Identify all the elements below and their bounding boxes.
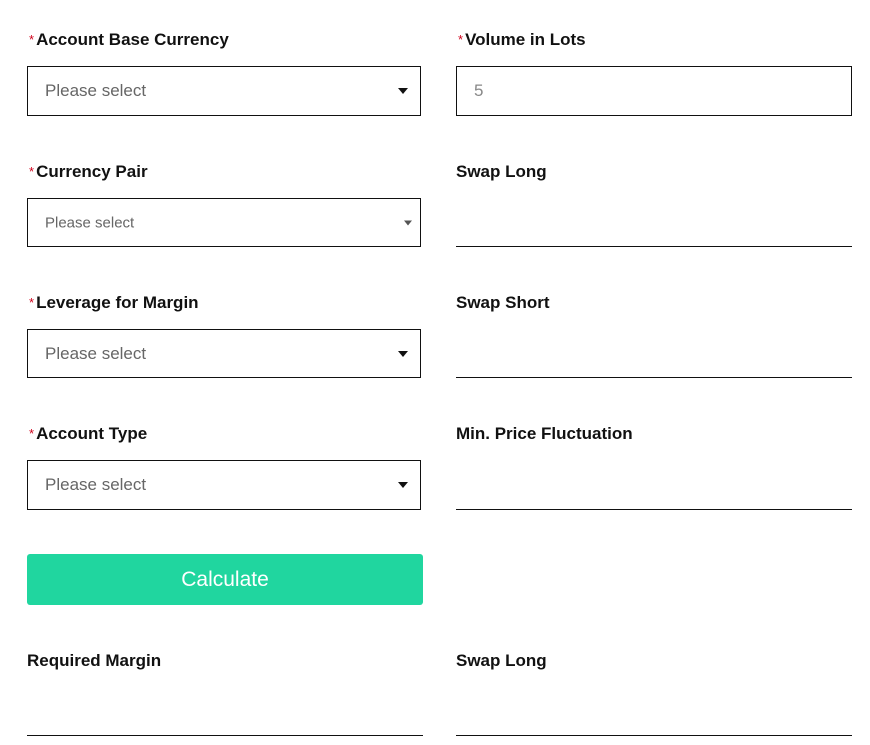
caret-down-icon <box>398 350 408 357</box>
volume-label: * Volume in Lots <box>458 30 586 50</box>
label-text: Currency Pair <box>36 162 148 181</box>
required-mark: * <box>458 32 464 47</box>
caret-down-icon <box>398 482 408 488</box>
account-base-currency-label: * Account Base Currency <box>29 30 229 50</box>
swap-short-label: Swap Short <box>456 293 550 312</box>
currency-pair-label: * Currency Pair <box>29 162 148 182</box>
label-text: Leverage for Margin <box>36 293 199 312</box>
required-margin-label: Required Margin <box>27 651 162 670</box>
volume-value: 5 <box>474 81 484 100</box>
required-mark: * <box>29 32 35 47</box>
account-base-currency-select[interactable]: Please select <box>27 66 421 116</box>
currency-pair-select[interactable]: Please select <box>27 198 421 247</box>
account-type-label: * Account Type <box>29 424 147 444</box>
leverage-select[interactable]: Please select <box>27 329 421 378</box>
account-type-select[interactable]: Please select <box>27 460 421 510</box>
select-placeholder: Please select <box>45 343 147 363</box>
select-placeholder: Please select <box>45 214 135 231</box>
required-mark: * <box>29 295 35 310</box>
label-text: Volume in Lots <box>465 30 586 49</box>
label-text: Account Type <box>36 424 148 443</box>
calculate-button[interactable]: Calculate <box>27 554 423 605</box>
select-placeholder: Please select <box>45 475 147 494</box>
select-placeholder: Please select <box>45 81 147 100</box>
volume-input[interactable]: 5 <box>456 66 852 116</box>
label-text: Account Base Currency <box>36 30 229 49</box>
swap-long-label: Swap Long <box>456 162 547 181</box>
leverage-label: * Leverage for Margin <box>29 293 199 313</box>
caret-down-icon <box>398 88 408 94</box>
required-margin-field <box>27 735 423 736</box>
caret-down-icon <box>404 220 412 225</box>
min-price-fluctuation-label: Min. Price Fluctuation <box>456 424 633 443</box>
min-price-fluctuation-field <box>456 509 852 510</box>
required-mark: * <box>29 164 35 179</box>
result-swap-long-field <box>456 735 852 736</box>
swap-short-field <box>456 377 852 378</box>
result-swap-long-label: Swap Long <box>456 651 547 670</box>
swap-long-field <box>456 246 852 247</box>
required-mark: * <box>29 426 35 441</box>
